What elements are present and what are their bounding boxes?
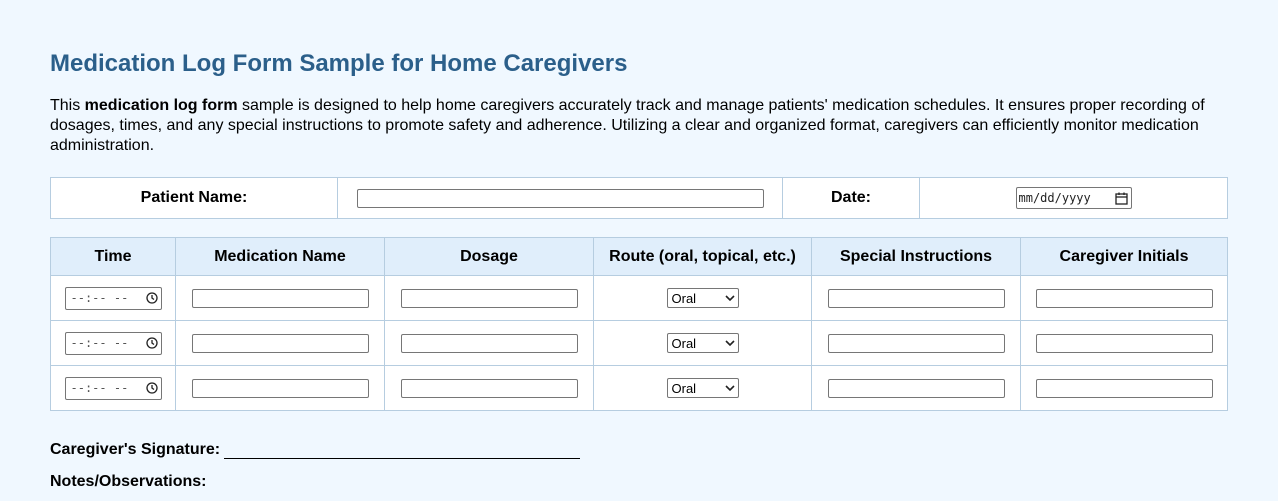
chevron-down-icon [724,294,735,302]
clock-icon[interactable] [145,292,158,304]
time-placeholder: --:-- -- [70,336,129,350]
patient-info-table: Patient Name: Date: mm/dd/yyyy [50,177,1228,219]
initials-cell [1020,275,1228,321]
log-table-header-row: Time Medication Name Dosage Route (oral,… [50,237,1228,276]
medication-cell [175,320,385,366]
header-special-instructions: Special Instructions [811,237,1021,276]
time-placeholder: --:-- -- [70,381,129,395]
medication-cell [175,275,385,321]
medication-log-table: Time Medication Name Dosage Route (oral,… [50,237,1228,411]
caregiver-initials-input[interactable] [1035,378,1213,398]
time-placeholder: --:-- -- [70,291,129,305]
time-cell: --:-- -- [50,275,176,321]
special-instructions-input[interactable] [827,288,1005,308]
table-row: --:-- -- Oral [50,365,1228,411]
page: Medication Log Form Sample for Home Care… [0,0,1278,491]
header-caregiver-initials: Caregiver Initials [1020,237,1228,276]
route-cell: Oral [593,275,812,321]
instructions-cell [811,320,1021,366]
caregiver-initials-input[interactable] [1035,333,1213,353]
patient-name-label: Patient Name: [50,177,338,219]
calendar-icon[interactable] [1114,192,1128,205]
medication-name-input[interactable] [191,378,369,398]
instructions-cell [811,365,1021,411]
date-input[interactable]: mm/dd/yyyy [1015,187,1132,209]
time-input[interactable]: --:-- -- [64,331,162,355]
medication-name-input[interactable] [191,288,369,308]
time-input[interactable]: --:-- -- [64,286,162,310]
intro-paragraph: This medication log form sample is desig… [50,96,1220,156]
table-row: --:-- -- Oral [50,320,1228,366]
dosage-cell [384,275,594,321]
table-row: --:-- -- Oral [50,275,1228,321]
patient-name-input[interactable] [356,188,764,208]
dosage-input[interactable] [400,288,578,308]
route-select[interactable]: Oral [666,333,739,353]
signature-label: Caregiver's Signature: [50,441,221,458]
route-selected-value: Oral [671,290,697,306]
initials-cell [1020,320,1228,366]
route-selected-value: Oral [671,380,697,396]
route-selected-value: Oral [671,335,697,351]
route-cell: Oral [593,365,812,411]
header-dosage: Dosage [384,237,594,276]
time-input[interactable]: --:-- -- [64,376,162,400]
chevron-down-icon [724,339,735,347]
instructions-cell [811,275,1021,321]
signature-line[interactable] [224,442,581,459]
header-time: Time [50,237,176,276]
medication-name-input[interactable] [191,333,369,353]
caregiver-initials-input[interactable] [1035,288,1213,308]
patient-name-cell [337,177,783,219]
medication-cell [175,365,385,411]
time-cell: --:-- -- [50,320,176,366]
date-cell: mm/dd/yyyy [919,177,1228,219]
route-select[interactable]: Oral [666,378,739,398]
header-route: Route (oral, topical, etc.) [593,237,812,276]
chevron-down-icon [724,384,735,392]
signature-row: Caregiver's Signature: [50,441,1228,459]
dosage-input[interactable] [400,333,578,353]
page-title: Medication Log Form Sample for Home Care… [50,50,628,77]
clock-icon[interactable] [145,337,158,349]
initials-cell [1020,365,1228,411]
route-select[interactable]: Oral [666,288,739,308]
header-medication-name: Medication Name [175,237,385,276]
date-label: Date: [782,177,920,219]
intro-prefix: This [50,97,85,114]
notes-label: Notes/Observations: [50,473,207,490]
dosage-cell [384,365,594,411]
dosage-input[interactable] [400,378,578,398]
special-instructions-input[interactable] [827,333,1005,353]
dosage-cell [384,320,594,366]
time-cell: --:-- -- [50,365,176,411]
intro-bold: medication log form [84,97,238,114]
route-cell: Oral [593,320,812,366]
date-placeholder: mm/dd/yyyy [1018,191,1091,205]
special-instructions-input[interactable] [827,378,1005,398]
clock-icon[interactable] [145,382,158,394]
